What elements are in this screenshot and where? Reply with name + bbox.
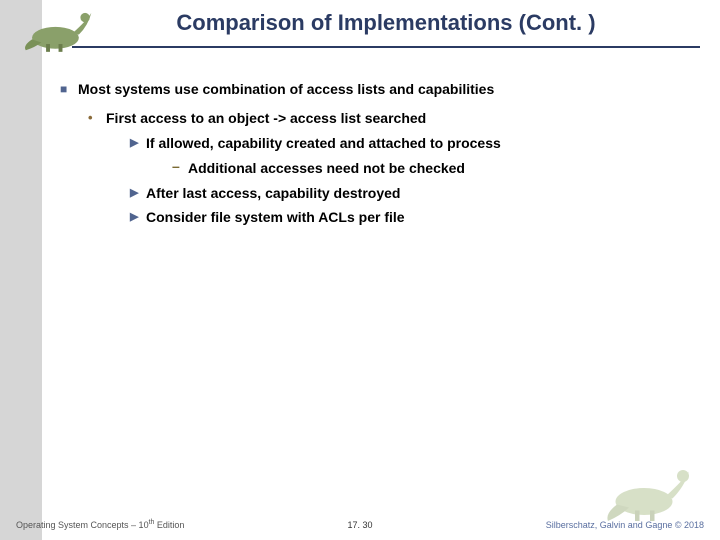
bullet-text: Additional accesses need not be checked	[188, 159, 465, 178]
slide-title: Comparison of Implementations (Cont. )	[62, 10, 710, 46]
bullet-text: Most systems use combination of access l…	[78, 80, 494, 99]
sidebar-strip	[0, 0, 42, 540]
slide-header: Comparison of Implementations (Cont. )	[42, 0, 720, 48]
dash-bullet-icon: –	[172, 159, 188, 178]
bullet-level-3: ▶ If allowed, capability created and att…	[130, 134, 700, 153]
title-underline	[72, 46, 700, 48]
dinosaur-small-icon	[18, 6, 96, 54]
bullet-level-3: ▶ After last access, capability destroye…	[130, 184, 700, 203]
bullet-level-4: – Additional accesses need not be checke…	[172, 159, 700, 178]
triangle-bullet-icon: ▶	[130, 184, 146, 203]
bullet-level-2: • First access to an object -> access li…	[88, 109, 700, 128]
copyright: Silberschatz, Galvin and Gagne © 2018	[546, 520, 704, 530]
slide-footer: Operating System Concepts – 10th Edition…	[0, 510, 720, 540]
triangle-bullet-icon: ▶	[130, 134, 146, 153]
triangle-bullet-icon: ▶	[130, 208, 146, 227]
bullet-text: If allowed, capability created and attac…	[146, 134, 501, 153]
bullet-text: After last access, capability destroyed	[146, 184, 400, 203]
dot-bullet-icon: •	[88, 109, 106, 128]
bullet-level-1: ■ Most systems use combination of access…	[60, 80, 700, 99]
slide: Comparison of Implementations (Cont. ) ■…	[0, 0, 720, 540]
square-bullet-icon: ■	[60, 80, 78, 99]
bullet-text: Consider file system with ACLs per file	[146, 208, 405, 227]
slide-body: ■ Most systems use combination of access…	[60, 80, 700, 233]
bullet-level-3: ▶ Consider file system with ACLs per fil…	[130, 208, 700, 227]
bullet-text: First access to an object -> access list…	[106, 109, 426, 128]
